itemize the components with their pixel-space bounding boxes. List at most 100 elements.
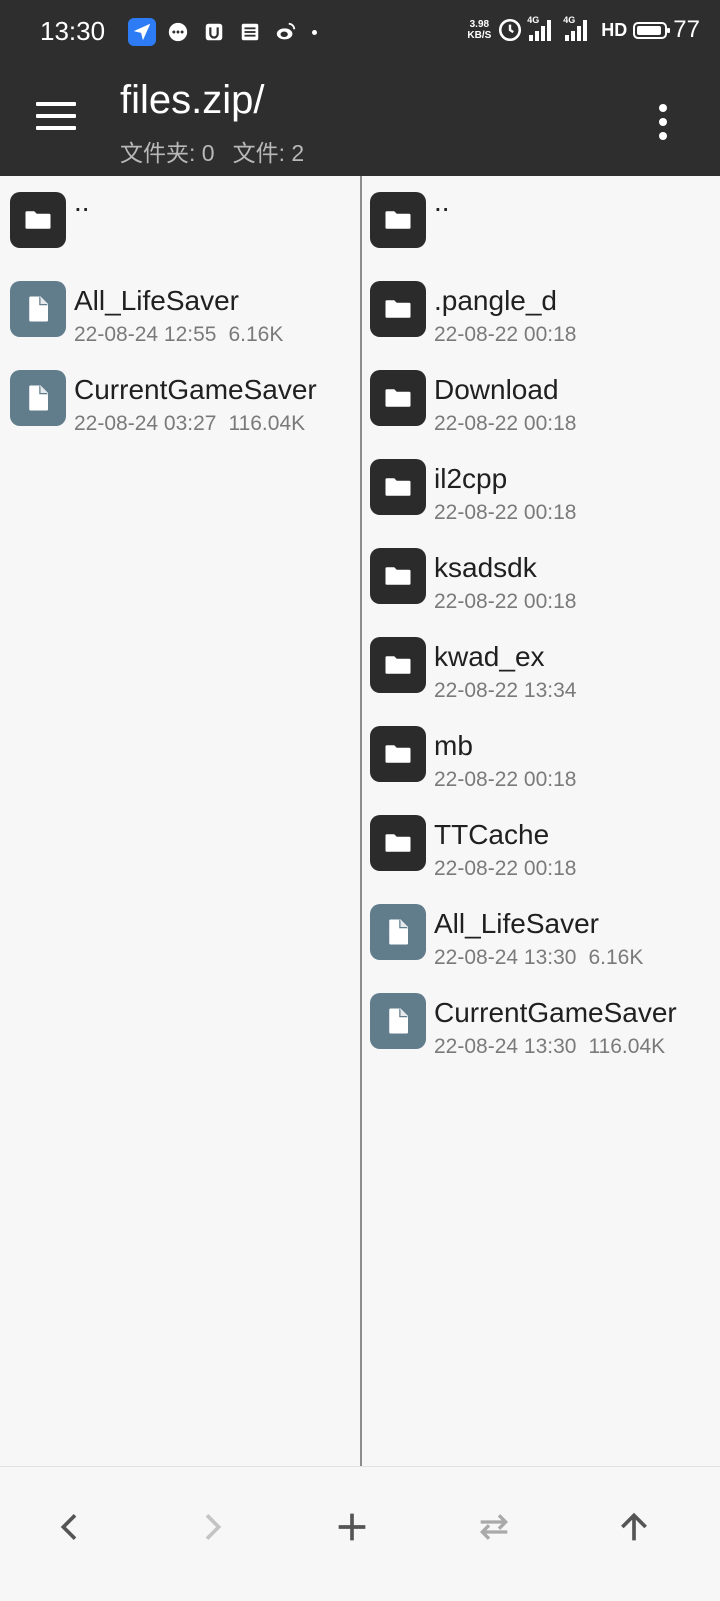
item-date: 22-08-22 00:18 [434, 590, 577, 613]
item-size: 116.04K [588, 1035, 666, 1058]
chat-bubble-icon [164, 18, 192, 46]
item-meta: 22-08-24 12:55 6.16K [74, 323, 283, 347]
forward-icon[interactable] [182, 1497, 242, 1557]
item-date: 22-08-24 12:55 [74, 323, 217, 346]
notification-icons [128, 18, 317, 46]
item-meta: 22-08-24 13:30 6.16K [434, 946, 643, 970]
item-name: CurrentGameSaver [74, 374, 317, 405]
left-file-pane: .. All_LifeSaver 22-08-24 12:55 6.16K Curre… [0, 176, 360, 1466]
item-name: kwad_ex [434, 641, 545, 672]
item-meta: 22-08-22 00:18 [434, 323, 576, 347]
item-meta: 22-08-22 00:18 [434, 857, 576, 881]
item-date: 22-08-22 00:18 [434, 768, 577, 791]
file-icon [370, 993, 426, 1049]
network-speed-unit: KB/S [467, 30, 492, 41]
item-date: 22-08-22 00:18 [434, 412, 577, 435]
item-date: 22-08-22 00:18 [434, 501, 577, 524]
item-name: mb [434, 730, 473, 761]
folder-row[interactable]: kwad_ex 22-08-22 13:34 [362, 621, 720, 710]
item-name: TTCache [434, 819, 550, 850]
file-count: 文件: 2 [232, 140, 305, 166]
folder-icon [370, 192, 426, 248]
signal-icon-2: 4G [563, 15, 595, 41]
system-icons: 3.98 KB/S 4G 4G HD 77 [467, 15, 700, 44]
item-meta: 22-08-24 13:30 116.04K [434, 1035, 665, 1059]
item-name: All_LifeSaver [74, 285, 239, 316]
item-name: All_LifeSaver [434, 908, 599, 939]
add-icon[interactable] [322, 1497, 382, 1557]
notification-u-icon [200, 18, 228, 46]
navigation-icon [128, 18, 156, 46]
parent-directory-label: .. [434, 186, 450, 217]
folder-row[interactable]: mb 22-08-22 00:18 [362, 710, 720, 799]
item-name: ksadsdk [434, 552, 537, 583]
folder-count: 文件夹: 0 [120, 140, 215, 166]
file-row[interactable]: All_LifeSaver 22-08-24 12:55 6.16K [0, 265, 360, 354]
item-date: 22-08-22 00:18 [434, 857, 577, 880]
folder-icon [370, 459, 426, 515]
folder-row[interactable]: .pangle_d 22-08-22 00:18 [362, 265, 720, 354]
network-speed: 3.98 KB/S [467, 19, 491, 41]
signal-icon-1: 4G [527, 15, 559, 41]
folder-icon [370, 637, 426, 693]
item-meta: 22-08-22 00:18 [434, 590, 576, 614]
item-size: 6.16K [228, 323, 284, 346]
folder-icon [10, 192, 66, 248]
item-meta: 22-08-22 13:34 [434, 679, 576, 703]
file-row[interactable]: All_LifeSaver 22-08-24 13:30 6.16K [362, 888, 720, 977]
item-date: 22-08-22 00:18 [434, 323, 577, 346]
file-icon [10, 281, 66, 337]
file-row[interactable]: CurrentGameSaver 22-08-24 13:30 116.04K [362, 977, 720, 1066]
list-icon [236, 18, 264, 46]
bottom-toolbar [0, 1466, 720, 1601]
more-notifications-dot [312, 29, 317, 35]
file-icon [10, 370, 66, 426]
folder-icon [370, 726, 426, 782]
folder-row[interactable]: il2cpp 22-08-22 00:18 [362, 443, 720, 532]
menu-icon[interactable] [36, 102, 76, 132]
more-options-icon[interactable] [658, 104, 668, 140]
weibo-icon [272, 18, 300, 46]
folder-icon [370, 548, 426, 604]
status-time: 13:30 [40, 16, 106, 46]
item-date: 22-08-22 13:34 [434, 679, 577, 702]
item-date: 22-08-24 13:30 [434, 946, 577, 969]
folder-summary: 文件夹: 0 文件: 2 [120, 134, 304, 168]
swap-icon[interactable] [464, 1497, 524, 1557]
folder-icon [370, 281, 426, 337]
file-row[interactable]: CurrentGameSaver 22-08-24 03:27 116.04K [0, 354, 360, 443]
item-meta: 22-08-22 00:18 [434, 501, 576, 525]
status-bar: 13:30 3.98 KB/S 4G 4G HD 77 [0, 0, 720, 64]
item-date: 22-08-24 13:30 [434, 1035, 577, 1058]
item-meta: 22-08-24 03:27 116.04K [74, 412, 305, 436]
folder-row[interactable]: Download 22-08-22 00:18 [362, 354, 720, 443]
item-meta: 22-08-22 00:18 [434, 412, 576, 436]
folder-icon [370, 815, 426, 871]
file-icon [370, 904, 426, 960]
network-speed-value: 3.98 [469, 19, 490, 30]
item-name: .pangle_d [434, 285, 558, 316]
alarm-icon [497, 17, 523, 43]
app-toolbar: files.zip/ 文件夹: 0 文件: 2 [0, 64, 720, 176]
item-meta: 22-08-22 00:18 [434, 768, 576, 792]
up-icon[interactable] [604, 1497, 664, 1557]
right-file-pane: .. .pangle_d 22-08-22 00:18 Download 22-08-… [362, 176, 720, 1466]
item-size: 116.04K [228, 412, 306, 435]
item-name: CurrentGameSaver [434, 997, 677, 1028]
folder-row[interactable]: ksadsdk 22-08-22 00:18 [362, 532, 720, 621]
parent-directory-row[interactable]: .. [362, 176, 720, 265]
folder-icon [370, 370, 426, 426]
hd-voice-indicator: HD [601, 19, 628, 40]
folder-row[interactable]: TTCache 22-08-22 00:18 [362, 799, 720, 888]
network-type-2: 4G [563, 15, 576, 25]
item-name: il2cpp [434, 463, 508, 494]
item-name: Download [434, 374, 559, 405]
item-size: 6.16K [588, 946, 644, 969]
page-title: files.zip/ [120, 78, 265, 122]
back-icon[interactable] [40, 1497, 100, 1557]
parent-directory-row[interactable]: .. [0, 176, 360, 265]
battery-level: 77 [673, 16, 700, 43]
battery-icon [633, 21, 671, 39]
item-date: 22-08-24 03:27 [74, 412, 217, 435]
network-type-1: 4G [527, 15, 540, 25]
